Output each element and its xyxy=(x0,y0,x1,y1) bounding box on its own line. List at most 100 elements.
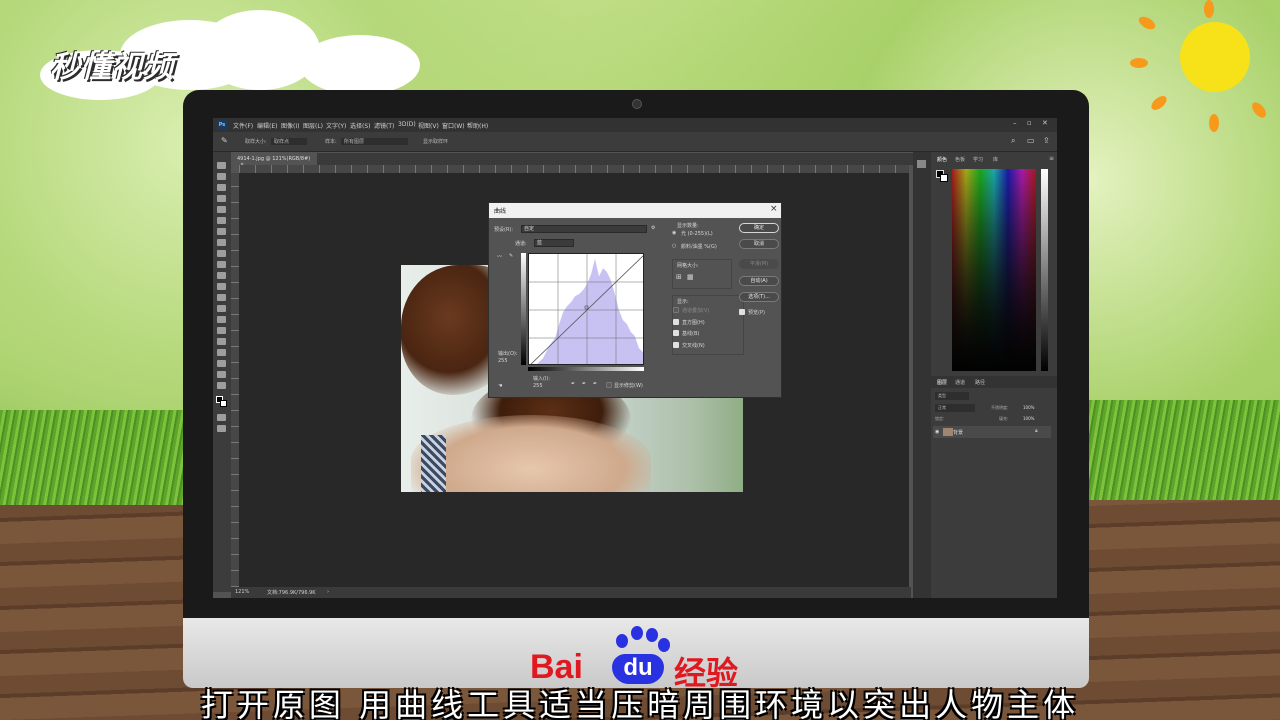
visibility-eye-icon[interactable]: ◉ xyxy=(935,429,939,435)
histogram-checkbox[interactable] xyxy=(673,319,679,325)
stamp-tool-icon[interactable] xyxy=(217,250,226,257)
ok-button[interactable]: 确定 xyxy=(739,223,779,233)
pencil-tool-icon[interactable]: ✎ xyxy=(509,253,513,259)
menu-layer[interactable]: 图层(L) xyxy=(303,121,323,130)
tab-layers[interactable]: 图层 xyxy=(937,379,947,386)
input-value[interactable]: 255 xyxy=(533,383,543,389)
more-tools-icon[interactable] xyxy=(217,382,226,389)
zoom-level[interactable]: 121% xyxy=(235,589,249,595)
grid-size-label: 网格大小: xyxy=(677,263,699,269)
eyedropper-icon[interactable]: ✎ xyxy=(221,136,228,145)
intersection-checkbox[interactable] xyxy=(673,342,679,348)
baseline-label: 基线(B) xyxy=(682,331,700,337)
healing-tool-icon[interactable] xyxy=(217,228,226,235)
quick-select-tool-icon[interactable] xyxy=(217,195,226,202)
black-eyedropper-icon[interactable]: ✒ xyxy=(571,381,575,387)
maximize-icon[interactable]: ▫ xyxy=(1027,119,1032,127)
input-label: 输入(I): xyxy=(533,376,551,382)
screen-mode-icon[interactable] xyxy=(217,425,226,432)
gray-ramp[interactable] xyxy=(1041,169,1048,371)
background-color-swatch[interactable] xyxy=(220,400,227,407)
hand-tool-icon[interactable] xyxy=(217,360,226,367)
show-ring-checkbox[interactable]: 显示取样环 xyxy=(423,138,448,145)
type-tool-icon[interactable] xyxy=(217,327,226,334)
brush-tool-icon[interactable] xyxy=(217,239,226,246)
gray-eyedropper-icon[interactable]: ✒ xyxy=(582,381,586,387)
document-tab[interactable]: 4914-1.jpg @ 121%(RGB/8#) × xyxy=(233,153,317,168)
simple-grid-icon[interactable]: ⊞ xyxy=(676,273,682,281)
path-select-tool-icon[interactable] xyxy=(217,338,226,345)
eyedropper-tool-icon[interactable] xyxy=(217,217,226,224)
ps-app-icon[interactable]: Ps xyxy=(217,120,227,130)
menu-file[interactable]: 文件(F) xyxy=(233,121,253,130)
shape-tool-icon[interactable] xyxy=(217,349,226,356)
menu-window[interactable]: 窗口(W) xyxy=(442,121,465,130)
marquee-tool-icon[interactable] xyxy=(217,173,226,180)
preview-label: 预览(P) xyxy=(748,310,765,316)
menu-view[interactable]: 视图(V) xyxy=(418,121,439,130)
eraser-tool-icon[interactable] xyxy=(217,272,226,279)
history-brush-tool-icon[interactable] xyxy=(217,261,226,268)
menu-type[interactable]: 文字(Y) xyxy=(326,121,346,130)
channel-overlays-checkbox[interactable] xyxy=(673,307,679,313)
show-clipping-label: 显示修剪(W) xyxy=(614,383,643,389)
menu-edit[interactable]: 编辑(E) xyxy=(257,121,277,130)
output-value[interactable]: 255 xyxy=(498,358,508,364)
bg-swatch[interactable] xyxy=(940,174,948,182)
history-icon[interactable] xyxy=(917,160,926,168)
preset-gear-icon[interactable]: ⚙ xyxy=(651,225,655,231)
menu-image[interactable]: 图像(I) xyxy=(281,121,299,130)
panel-menu-icon[interactable]: ≡ xyxy=(1049,155,1054,162)
blur-tool-icon[interactable] xyxy=(217,294,226,301)
layer-filter[interactable]: 类型 xyxy=(935,392,969,400)
status-arrow-icon[interactable]: › xyxy=(327,589,329,595)
blend-mode-select[interactable]: 正常 xyxy=(935,404,975,412)
curves-graph[interactable] xyxy=(528,253,644,365)
move-tool-icon[interactable] xyxy=(217,162,226,169)
channel-overlays-label: 通道叠加(V) xyxy=(682,308,710,314)
workspace-icon[interactable]: ▭ xyxy=(1027,136,1035,145)
curve-point-tool-icon[interactable]: 〰 xyxy=(497,253,502,260)
dialog-titlebar[interactable] xyxy=(489,203,781,218)
menu-3d[interactable]: 3D(D) xyxy=(398,121,416,128)
pen-tool-icon[interactable] xyxy=(217,316,226,323)
crop-tool-icon[interactable] xyxy=(217,206,226,213)
sample-size-select[interactable]: 取样点 xyxy=(271,138,308,145)
tab-swatches[interactable]: 色板 xyxy=(955,156,965,163)
show-clipping-checkbox[interactable] xyxy=(606,382,612,388)
light-radio-icon[interactable]: ◉ xyxy=(672,230,676,236)
dodge-tool-icon[interactable] xyxy=(217,305,226,312)
tab-learn[interactable]: 学习 xyxy=(973,156,983,163)
menu-filter[interactable]: 滤镜(T) xyxy=(374,121,394,130)
lasso-tool-icon[interactable] xyxy=(217,184,226,191)
auto-button[interactable]: 自动(A) xyxy=(739,276,779,286)
opacity-value[interactable]: 100% xyxy=(1023,405,1034,410)
pigment-radio-icon[interactable]: ○ xyxy=(672,243,676,249)
on-image-adjust-icon[interactable]: ☚ xyxy=(498,383,502,389)
tab-color[interactable]: 颜色 xyxy=(937,156,947,163)
sample-select[interactable]: 所有图层 xyxy=(341,138,409,145)
menu-select[interactable]: 选择(S) xyxy=(350,121,371,130)
share-icon[interactable]: ⇪ xyxy=(1043,136,1050,145)
quick-mask-icon[interactable] xyxy=(217,414,226,421)
white-eyedropper-icon[interactable]: ✒ xyxy=(593,381,597,387)
tab-channels[interactable]: 通道 xyxy=(955,379,965,386)
tab-libraries[interactable]: 库 xyxy=(993,156,998,163)
menu-help[interactable]: 帮助(H) xyxy=(467,121,488,130)
gradient-tool-icon[interactable] xyxy=(217,283,226,290)
detailed-grid-icon[interactable]: ▦ xyxy=(687,273,694,281)
search-icon[interactable]: ⌕ xyxy=(1011,136,1015,146)
baseline-checkbox[interactable] xyxy=(673,330,679,336)
cancel-button[interactable]: 取消 xyxy=(739,239,779,249)
minimize-icon[interactable]: – xyxy=(1013,119,1017,127)
tab-paths[interactable]: 路径 xyxy=(975,379,985,386)
channel-select[interactable]: 蓝 xyxy=(534,239,574,247)
zoom-tool-icon[interactable] xyxy=(217,371,226,378)
smooth-button[interactable]: 平滑(M) xyxy=(739,259,779,269)
options-button[interactable]: 选项(T)... xyxy=(739,292,779,302)
close-icon[interactable]: ✕ xyxy=(1042,119,1048,127)
preview-checkbox[interactable] xyxy=(739,309,745,315)
fill-value[interactable]: 100% xyxy=(1023,416,1034,421)
dialog-close-icon[interactable]: × xyxy=(770,204,778,214)
preset-select[interactable]: 自定 xyxy=(521,225,647,233)
